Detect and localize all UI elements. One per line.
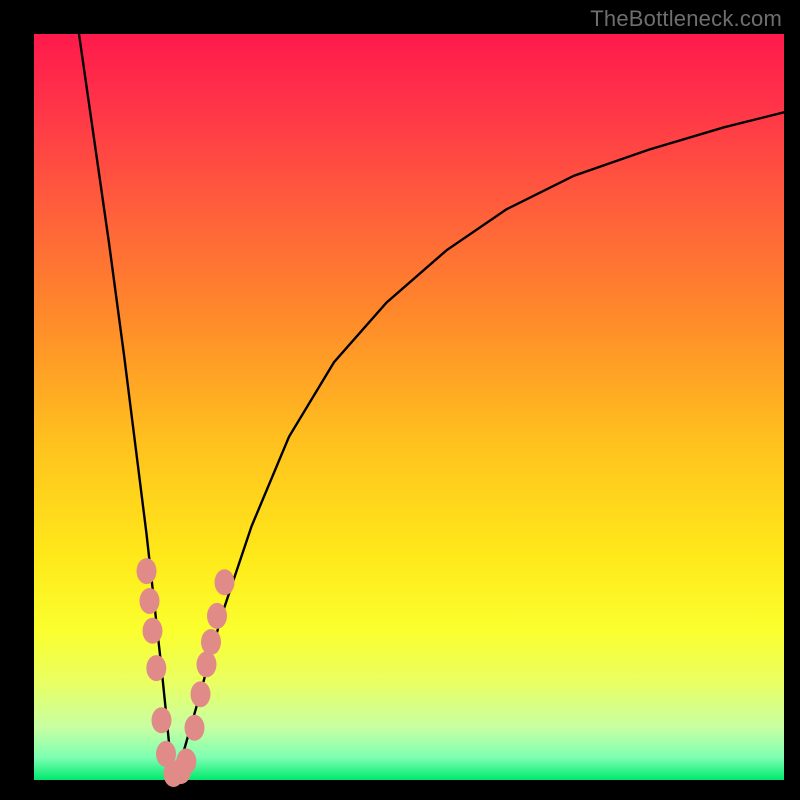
marker-point — [207, 603, 227, 629]
marker-cluster — [137, 558, 235, 787]
marker-point — [146, 655, 166, 681]
marker-point — [143, 618, 163, 644]
marker-point — [197, 651, 217, 677]
marker-point — [140, 588, 160, 614]
marker-point — [215, 569, 235, 595]
marker-point — [191, 681, 211, 707]
watermark-text: TheBottleneck.com — [590, 6, 782, 32]
chart-svg — [34, 34, 784, 780]
marker-point — [201, 629, 221, 655]
marker-point — [152, 707, 172, 733]
marker-point — [176, 748, 196, 774]
plot-area — [34, 34, 784, 780]
chart-frame: TheBottleneck.com — [0, 0, 800, 800]
marker-point — [185, 715, 205, 741]
marker-point — [137, 558, 157, 584]
curve-right-branch — [174, 112, 785, 776]
